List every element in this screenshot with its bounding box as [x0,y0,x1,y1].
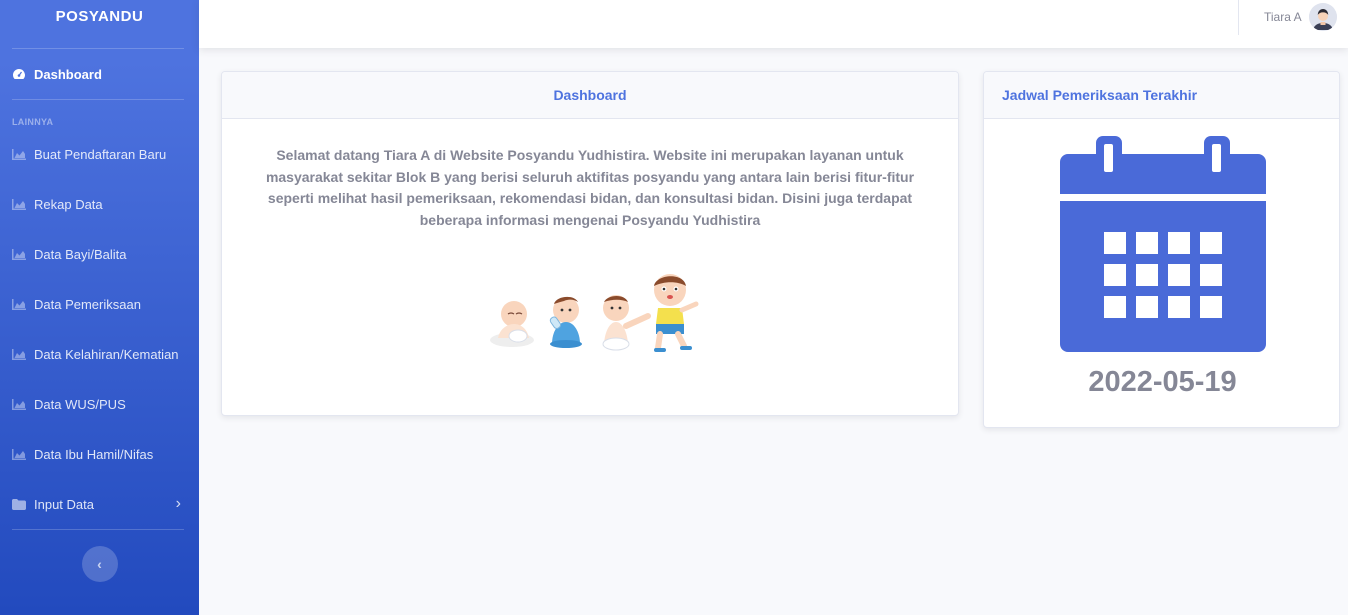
chart-area-icon [12,348,26,360]
chart-area-icon [12,398,26,410]
sidebar-item-label: Rekap Data [34,196,103,212]
schedule-card: Jadwal Pemeriksaan Terakhir 2022-05-19 [983,71,1340,428]
sidebar-item-label: Data WUS/PUS [34,396,126,412]
tachometer-icon [12,68,26,80]
sidebar-item-dashboard[interactable]: Dashboard [0,49,199,99]
chart-area-icon [12,248,26,260]
chart-area-icon [12,198,26,210]
dashboard-card: Dashboard Selamat datang Tiara A di Webs… [221,71,959,416]
sidebar-item-data-bayi[interactable]: Data Bayi/Balita [0,229,199,279]
sidebar-item-data-pemeriksaan[interactable]: Data Pemeriksaan [0,279,199,329]
sidebar-item-input-data[interactable]: Input Data › [0,479,199,529]
sidebar-toggle-button[interactable]: ‹ [81,546,118,582]
sidebar-item-label: Buat Pendaftaran Baru [34,146,167,162]
avatar[interactable] [1309,3,1337,31]
folder-icon [12,498,26,510]
sidebar-item-label: Data Ibu Hamil/Nifas [34,446,154,462]
sidebar-item-label: Data Bayi/Balita [34,246,127,262]
welcome-text: Selamat datang Tiara A di Website Posyan… [265,147,915,228]
sidebar-item-wus-pus[interactable]: Data WUS/PUS [0,379,199,429]
chart-area-icon [12,148,26,160]
topbar: Tiara A [199,0,1348,48]
chevron-right-icon: › [175,495,181,512]
chevron-left-icon: ‹ [97,556,102,572]
sidebar-item-kelahiran-kematian[interactable]: Data Kelahiran/Kematian [0,329,199,379]
sidebar-item-rekap-data[interactable]: Rekap Data [0,179,199,229]
sidebar-item-label: Data Kelahiran/Kematian [34,346,179,362]
sidebar-heading: LAINNYA [12,117,54,127]
sidebar-brand[interactable]: POSYANDU [0,0,199,32]
calendar-icon [1058,136,1268,354]
user-name[interactable]: Tiara A [1264,10,1302,24]
chart-area-icon [12,448,26,460]
card-title: Dashboard [222,72,958,119]
sidebar-item-ibu-hamil[interactable]: Data Ibu Hamil/Nifas [0,429,199,479]
sidebar: POSYANDU Dashboard LAINNYA Buat Pendafta… [0,0,199,615]
chart-area-icon [12,298,26,310]
sidebar-item-pendaftaran[interactable]: Buat Pendaftaran Baru [0,129,199,179]
sidebar-toggle-wrap: ‹ [0,530,199,582]
babies-illustration [484,268,704,358]
last-checkup-date: 2022-05-19 [1088,366,1237,398]
topbar-divider [1238,0,1239,35]
sidebar-item-label: Input Data [34,496,94,512]
sidebar-item-label: Data Pemeriksaan [34,296,141,312]
sidebar-item-label: Dashboard [34,66,102,82]
card-title: Jadwal Pemeriksaan Terakhir [984,72,1339,119]
